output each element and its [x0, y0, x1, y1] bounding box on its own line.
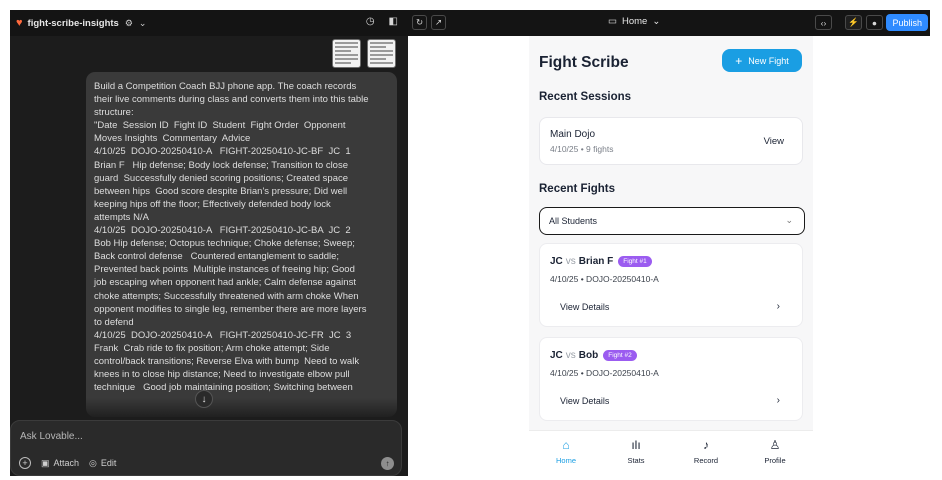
- session-name: Main Dojo: [550, 129, 596, 140]
- composer-input[interactable]: Ask Lovable...: [20, 431, 83, 442]
- edit-button[interactable]: ◎ Edit: [89, 458, 116, 469]
- profile-icon: ♙: [769, 438, 781, 452]
- edit-label: Edit: [100, 458, 117, 468]
- fight-card[interactable]: JC vs Brian F Fight #1 4/10/25 • DOJO-20…: [539, 243, 803, 327]
- history-icon[interactable]: ◷: [366, 16, 375, 27]
- fight-opponent: Brian F: [578, 256, 614, 267]
- github-icon[interactable]: ●: [866, 15, 883, 30]
- fight-title: JC vs Brian F Fight #1: [550, 256, 652, 267]
- phone-app-screen: Fight Scribe + New Fight Recent Sessions…: [529, 36, 813, 476]
- fight-order-badge: Fight #1: [618, 256, 652, 267]
- attach-button[interactable]: ▣ Attach: [41, 458, 79, 469]
- code-icon[interactable]: ‹›: [815, 15, 832, 30]
- app-preview: Fight Scribe + New Fight Recent Sessions…: [408, 36, 930, 476]
- nav-label: Stats: [627, 456, 645, 465]
- fight-meta: 4/10/25 • DOJO-20250410-A: [550, 368, 659, 378]
- publish-button[interactable]: Publish: [886, 14, 928, 31]
- fight-opponent: Bob: [578, 350, 599, 361]
- add-icon[interactable]: +: [19, 457, 31, 469]
- preview-toolbar: ↻ ↗ ▭ Home ⌄ ‹› ⚡ ● Publish: [408, 10, 930, 36]
- session-view-button[interactable]: View: [764, 136, 784, 147]
- send-arrow-icon[interactable]: ↑: [381, 457, 394, 470]
- chevron-down-icon: ⌄: [652, 16, 661, 27]
- chevron-down-icon: ⌄: [785, 215, 793, 225]
- scroll-down-arrow-icon[interactable]: ↓: [195, 390, 213, 408]
- fight-vs: vs: [565, 256, 576, 267]
- refresh-icon[interactable]: ↻: [412, 15, 427, 30]
- fight-student: JC: [550, 350, 563, 361]
- chevron-right-icon[interactable]: ›: [777, 301, 780, 312]
- view-details-button[interactable]: View Details: [560, 302, 609, 312]
- project-header: ♥ fight-scribe-insights ⚙ ⌄ ◷ ◧: [10, 10, 408, 36]
- recent-fights-heading: Recent Fights: [539, 183, 616, 195]
- new-fight-label: New Fight: [748, 55, 789, 66]
- sidebar-toggle-icon[interactable]: ◧: [389, 16, 398, 27]
- user-message-text: Build a Competition Coach BJJ phone app.…: [94, 81, 369, 394]
- project-name[interactable]: fight-scribe-insights: [28, 18, 119, 29]
- user-message-bubble: Build a Competition Coach BJJ phone app.…: [86, 72, 397, 417]
- page-title: Fight Scribe: [539, 54, 629, 71]
- nav-item-stats[interactable]: ılı Stats: [611, 437, 661, 465]
- fight-order-badge: Fight #2: [603, 350, 637, 361]
- session-card[interactable]: Main Dojo 4/10/25 • 9 fights View: [539, 117, 803, 165]
- stats-icon: ılı: [631, 438, 641, 452]
- chat-composer[interactable]: Ask Lovable... + ▣ Attach ◎ Edit ↑: [10, 420, 402, 476]
- view-details-button[interactable]: View Details: [560, 396, 609, 406]
- monitor-icon: ▭: [608, 16, 617, 27]
- chevron-right-icon[interactable]: ›: [777, 395, 780, 406]
- open-external-icon[interactable]: ↗: [431, 15, 446, 30]
- edit-target-icon: ◎: [89, 457, 97, 468]
- chevron-down-icon[interactable]: ⌄: [139, 18, 147, 29]
- fight-title: JC vs Bob Fight #2: [550, 350, 637, 361]
- home-icon: ⌂: [562, 438, 570, 452]
- session-meta: 4/10/25 • 9 fights: [550, 144, 614, 154]
- fight-student: JC: [550, 256, 563, 267]
- attach-label: Attach: [53, 458, 80, 468]
- nav-label: Profile: [764, 456, 786, 465]
- plus-icon: +: [735, 53, 743, 68]
- message-fade: [86, 398, 397, 420]
- fight-card[interactable]: JC vs Bob Fight #2 4/10/25 • DOJO-202504…: [539, 337, 803, 421]
- recent-sessions-heading: Recent Sessions: [539, 91, 632, 103]
- lovable-heart-icon: ♥: [16, 17, 23, 29]
- attachment-thumbnail-1[interactable]: [332, 39, 361, 68]
- nav-item-home[interactable]: ⌂ Home: [541, 437, 591, 465]
- nav-item-record[interactable]: ♪ Record: [681, 437, 731, 465]
- nav-item-profile[interactable]: ♙ Profile: [750, 437, 800, 465]
- route-selector[interactable]: ▭ Home ⌄: [608, 16, 660, 27]
- new-fight-button[interactable]: + New Fight: [722, 49, 802, 72]
- student-filter-select[interactable]: All Students ⌄: [539, 207, 805, 235]
- chat-pane: ♥ fight-scribe-insights ⚙ ⌄ ◷ ◧ Build a …: [10, 10, 408, 476]
- microphone-icon: ♪: [703, 438, 709, 452]
- attachment-thumbnail-2[interactable]: [367, 39, 396, 68]
- nav-label: Record: [693, 456, 719, 465]
- route-label: Home: [621, 16, 648, 27]
- student-filter-value: All Students: [549, 216, 598, 226]
- nav-label: Home: [555, 456, 576, 465]
- fight-vs: vs: [565, 350, 576, 361]
- fight-meta: 4/10/25 • DOJO-20250410-A: [550, 274, 659, 284]
- bottom-navigation: ⌂ Home ılı Stats ♪ Record ♙ Profile: [529, 430, 813, 476]
- settings-gear-icon[interactable]: ⚙: [125, 18, 133, 29]
- image-icon: ▣: [41, 457, 50, 468]
- supabase-bolt-icon[interactable]: ⚡: [845, 15, 862, 30]
